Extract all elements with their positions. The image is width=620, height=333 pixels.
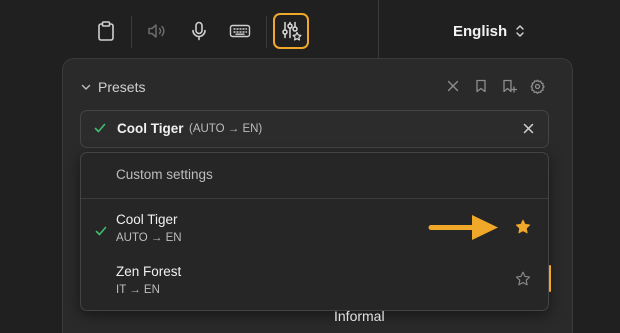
keyboard-button[interactable] <box>222 13 258 49</box>
toolbar-divider <box>131 16 132 48</box>
preset-settings-button[interactable] <box>529 78 545 94</box>
preset-name: Zen Forest <box>116 264 182 279</box>
check-icon <box>95 226 107 236</box>
speaker-icon <box>148 24 165 38</box>
microphone-button[interactable] <box>181 13 217 49</box>
presets-section-toggle[interactable]: Presets <box>80 77 145 97</box>
selected-preset-name: Cool Tiger <box>117 121 184 136</box>
clear-icon[interactable] <box>523 123 534 134</box>
add-preset-button[interactable] <box>501 78 517 94</box>
preset-option-zen-forest[interactable]: Zen Forest IT → EN <box>81 258 548 308</box>
star-outline-icon[interactable] <box>515 271 531 287</box>
preset-name: Cool Tiger <box>116 212 178 227</box>
formality-option-label[interactable]: Informal <box>334 308 385 324</box>
dropdown-divider <box>81 198 548 199</box>
preset-select-field[interactable]: Cool Tiger (AUTO → EN) <box>80 110 549 148</box>
speaker-button[interactable] <box>139 13 175 49</box>
header-divider <box>378 0 379 58</box>
presets-button[interactable] <box>273 13 309 49</box>
partially-hidden-control <box>549 265 551 292</box>
preset-languages: IT → EN <box>116 284 160 296</box>
annotation-arrow-icon <box>428 215 498 240</box>
chevron-up-down-icon <box>516 25 524 37</box>
chevron-down-icon <box>81 84 91 90</box>
clipboard-button[interactable] <box>88 13 124 49</box>
check-icon <box>94 123 106 133</box>
clipboard-icon <box>98 21 114 41</box>
presets-title: Presets <box>98 79 146 95</box>
custom-settings-option[interactable]: Custom settings <box>116 167 213 182</box>
language-selected-label: English <box>453 22 508 40</box>
language-select[interactable]: English <box>453 21 525 41</box>
settings-icon <box>530 79 545 94</box>
preset-languages: AUTO → EN <box>116 232 182 244</box>
close-icon <box>447 80 459 92</box>
selected-preset-languages: (AUTO → EN) <box>189 123 263 135</box>
star-filled-icon[interactable] <box>515 219 531 235</box>
bookmark-icon <box>476 79 486 93</box>
bookmark-preset-button[interactable] <box>473 78 489 94</box>
toolbar-divider <box>266 16 267 48</box>
close-presets-button[interactable] <box>445 78 461 94</box>
bookmark-add-icon <box>502 79 517 93</box>
sliders-star-icon <box>282 21 302 41</box>
microphone-icon <box>192 21 206 41</box>
keyboard-icon <box>229 24 251 38</box>
